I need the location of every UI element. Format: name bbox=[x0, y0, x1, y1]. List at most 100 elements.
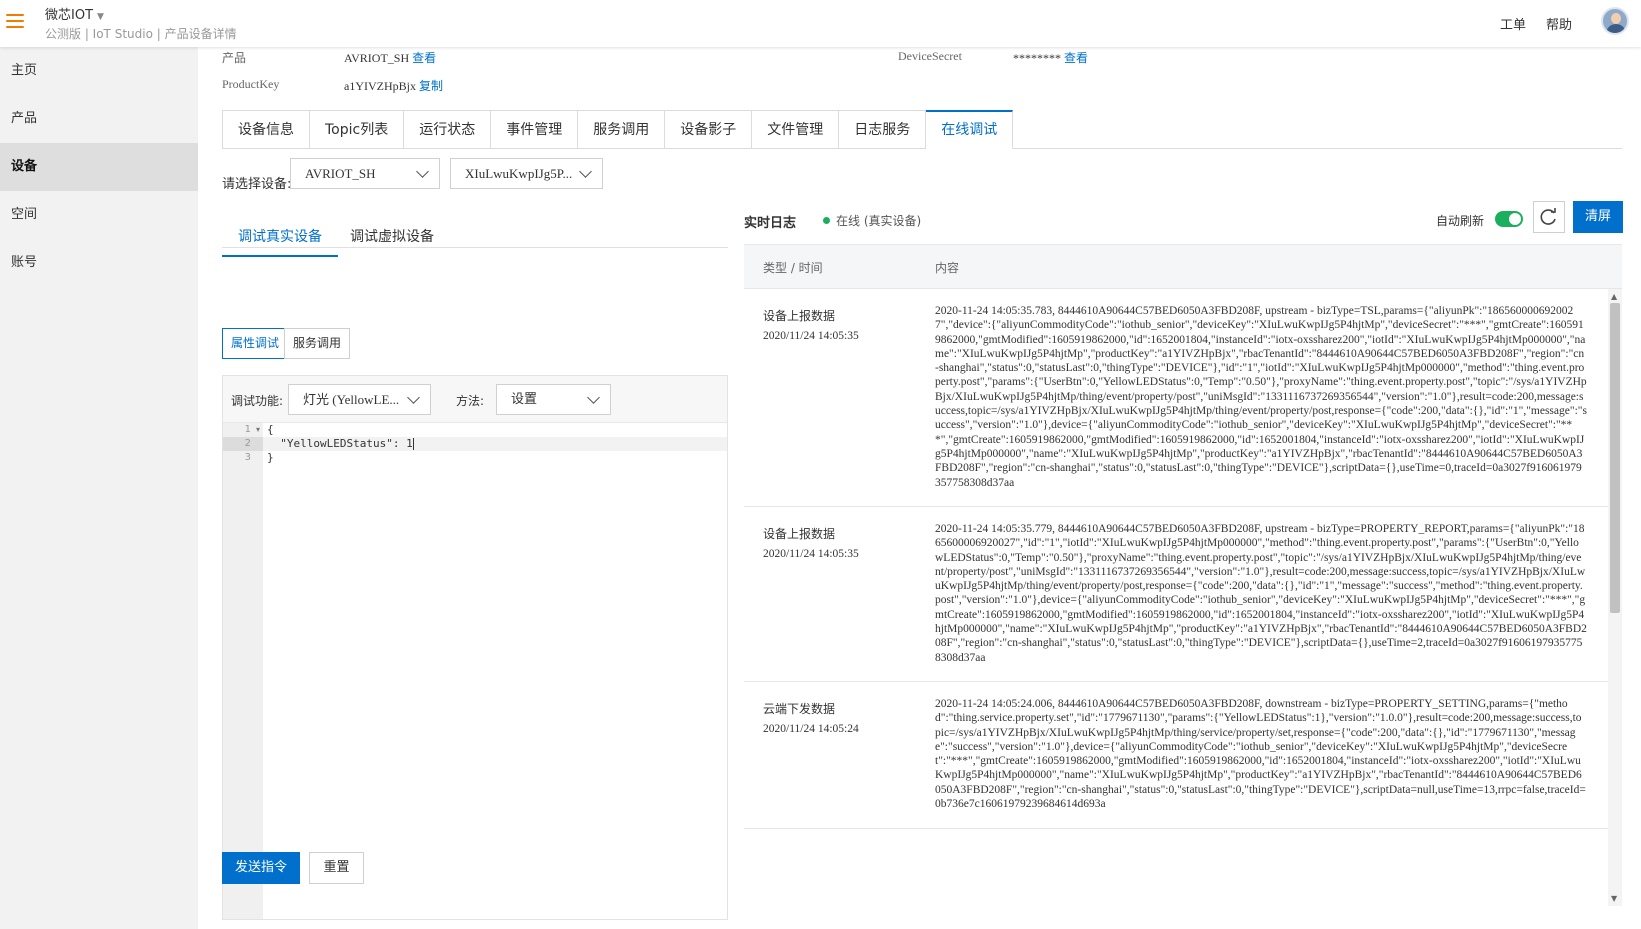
method-label: 方法: bbox=[456, 394, 485, 408]
line-number: 2 bbox=[223, 437, 263, 451]
auto-refresh-label: 自动刷新 bbox=[1436, 214, 1485, 228]
product-value: AVRIOT_SH 查看 bbox=[344, 49, 436, 66]
online-status-text: 在线 (真实设备) bbox=[836, 214, 922, 228]
code-line-text: "YellowLEDStatus": 1 bbox=[267, 437, 413, 450]
menu-icon[interactable] bbox=[6, 14, 24, 30]
productkey-value: a1YIVZHpBjx 复制 bbox=[344, 77, 443, 94]
log-row: 云端下发数据 2020/11/24 14:05:24 2020-11-24 14… bbox=[744, 682, 1608, 829]
caret-down-icon: ▼ bbox=[97, 12, 104, 22]
product-select[interactable]: AVRIOT_SH bbox=[290, 158, 440, 189]
devicesecret-view-link[interactable]: 查看 bbox=[1064, 51, 1088, 65]
log-row: 设备上报数据 2020/11/24 14:05:35 2020-11-24 14… bbox=[744, 289, 1608, 507]
refresh-button[interactable] bbox=[1533, 201, 1565, 233]
log-type: 设备上报数据 bbox=[763, 527, 836, 541]
productkey-copy-link[interactable]: 复制 bbox=[419, 79, 443, 93]
avatar[interactable] bbox=[1601, 7, 1629, 35]
chevron-down-icon bbox=[587, 391, 600, 404]
select-device-label: 请选择设备: bbox=[222, 177, 292, 192]
tab-file-management[interactable]: 文件管理 bbox=[752, 110, 840, 149]
property-debug-button[interactable]: 属性调试 bbox=[222, 328, 289, 359]
log-content: 2020-11-24 14:05:35.783, 8444610A90644C5… bbox=[935, 305, 1587, 489]
log-time: 2020/11/24 14:05:24 bbox=[763, 723, 859, 735]
clear-screen-button[interactable]: 清屏 bbox=[1573, 201, 1623, 233]
column-header-type-time: 类型 / 时间 bbox=[763, 261, 823, 275]
method-select-value: 设置 bbox=[511, 392, 538, 407]
help-link[interactable]: 帮助 bbox=[1546, 14, 1572, 33]
auto-refresh-toggle[interactable] bbox=[1495, 211, 1523, 227]
sidebar-item-product[interactable]: 产品 bbox=[0, 95, 198, 143]
log-scrollbar[interactable]: ▲ ▼ bbox=[1608, 289, 1622, 906]
tab-topic-list[interactable]: Topic列表 bbox=[310, 110, 405, 149]
device-select-value: XIuLwuKwpIJg5P... bbox=[465, 166, 573, 181]
productkey-text: a1YIVZHpBjx bbox=[344, 79, 416, 93]
app-title-text: 微芯IOT bbox=[45, 8, 94, 23]
breadcrumb: 公测版 | IoT Studio | 产品设备详情 bbox=[45, 27, 237, 41]
top-bar: 微芯IOT ▼ 公测版 | IoT Studio | 产品设备详情 工单 帮助 bbox=[0, 0, 1641, 47]
tab-device-shadow[interactable]: 设备影子 bbox=[665, 110, 753, 149]
main-content: 产品 AVRIOT_SH 查看 ProductKey a1YIVZHpBjx 复… bbox=[198, 47, 1641, 929]
log-content: 2020-11-24 14:05:24.006, 8444610A90644C5… bbox=[935, 698, 1586, 811]
log-row: 设备上报数据 2020/11/24 14:05:35 2020-11-24 14… bbox=[744, 507, 1608, 682]
log-table: 类型 / 时间 内容 设备上报数据 2020/11/24 14:05:35 20… bbox=[744, 244, 1622, 906]
tab-device-info[interactable]: 设备信息 bbox=[223, 110, 310, 149]
scrollbar-thumb[interactable] bbox=[1610, 303, 1620, 613]
product-select-value: AVRIOT_SH bbox=[305, 166, 376, 181]
service-call-button[interactable]: 服务调用 bbox=[284, 328, 351, 359]
log-table-header: 类型 / 时间 内容 bbox=[744, 245, 1622, 289]
function-label: 调试功能: bbox=[231, 394, 284, 408]
function-select[interactable]: 灯光 (YellowLE... bbox=[288, 384, 431, 415]
sidebar: 主页 产品 设备 空间 账号 bbox=[0, 47, 198, 929]
sidebar-item-device[interactable]: 设备 bbox=[0, 143, 198, 191]
productkey-label: ProductKey bbox=[222, 77, 280, 91]
log-type: 设备上报数据 bbox=[763, 309, 836, 323]
product-view-link[interactable]: 查看 bbox=[412, 51, 436, 65]
devicesecret-label: DeviceSecret bbox=[898, 49, 962, 63]
log-time: 2020/11/24 14:05:35 bbox=[763, 330, 859, 342]
tab-log-service[interactable]: 日志服务 bbox=[839, 110, 927, 149]
debug-toolbar: 调试功能: 灯光 (YellowLE... 方法: 设置 bbox=[223, 376, 727, 423]
line-number: 1 ▾ bbox=[244, 423, 260, 437]
json-code-editor[interactable]: { "YellowLEDStatus": 1 } bbox=[263, 423, 727, 919]
realtime-log-title: 实时日志 bbox=[744, 216, 797, 231]
devicesecret-value: ******** 查看 bbox=[1013, 49, 1088, 66]
debug-editor-panel: 调试功能: 灯光 (YellowLE... 方法: 设置 1 ▾ 2 3 { "Y… bbox=[222, 375, 728, 920]
chevron-down-icon bbox=[407, 391, 420, 404]
reset-button[interactable]: 重置 bbox=[309, 852, 364, 884]
log-content: 2020-11-24 14:05:35.779, 8444610A90644C5… bbox=[935, 523, 1587, 664]
subtab-debug-real-device[interactable]: 调试真实设备 bbox=[222, 222, 338, 257]
online-status-dot bbox=[823, 217, 830, 224]
line-number: 3 bbox=[244, 452, 251, 463]
devicesecret-text: ******** bbox=[1013, 51, 1061, 65]
code-line: "YellowLEDStatus": 1 bbox=[263, 437, 727, 451]
tickets-link[interactable]: 工单 bbox=[1500, 14, 1526, 33]
function-select-value: 灯光 (YellowLE... bbox=[303, 392, 400, 407]
text-cursor bbox=[412, 438, 414, 450]
scroll-down-icon[interactable]: ▼ bbox=[1611, 894, 1617, 903]
chevron-down-icon bbox=[416, 165, 429, 178]
app-title[interactable]: 微芯IOT ▼ bbox=[45, 4, 104, 23]
method-select[interactable]: 设置 bbox=[496, 384, 611, 415]
product-label: 产品 bbox=[222, 51, 247, 65]
tab-online-debug[interactable]: 在线调试 bbox=[926, 110, 1014, 149]
code-line: } bbox=[267, 451, 274, 464]
log-type: 云端下发数据 bbox=[763, 702, 836, 716]
tab-service-invocation[interactable]: 服务调用 bbox=[578, 110, 666, 149]
line-number-gutter: 1 ▾ 2 3 bbox=[223, 423, 263, 919]
refresh-icon bbox=[1540, 208, 1556, 225]
tab-run-status[interactable]: 运行状态 bbox=[404, 110, 492, 149]
product-name: AVRIOT_SH bbox=[344, 51, 410, 65]
detail-tabs: 设备信息 Topic列表 运行状态 事件管理 服务调用 设备影子 文件管理 日志… bbox=[222, 110, 1014, 149]
log-time: 2020/11/24 14:05:35 bbox=[763, 548, 859, 560]
sidebar-item-space[interactable]: 空间 bbox=[0, 191, 198, 239]
fold-arrow-icon[interactable]: ▾ bbox=[256, 423, 260, 437]
sidebar-item-home[interactable]: 主页 bbox=[0, 47, 198, 95]
scroll-up-icon[interactable]: ▲ bbox=[1611, 292, 1617, 301]
sidebar-item-account[interactable]: 账号 bbox=[0, 239, 198, 287]
tab-event-management[interactable]: 事件管理 bbox=[491, 110, 579, 149]
subtab-debug-virtual-device[interactable]: 调试虚拟设备 bbox=[334, 222, 450, 257]
column-header-content: 内容 bbox=[935, 261, 960, 275]
chevron-down-icon bbox=[579, 165, 592, 178]
code-line: { bbox=[267, 423, 274, 436]
send-command-button[interactable]: 发送指令 bbox=[222, 852, 300, 884]
device-select[interactable]: XIuLwuKwpIJg5P... bbox=[450, 158, 603, 189]
